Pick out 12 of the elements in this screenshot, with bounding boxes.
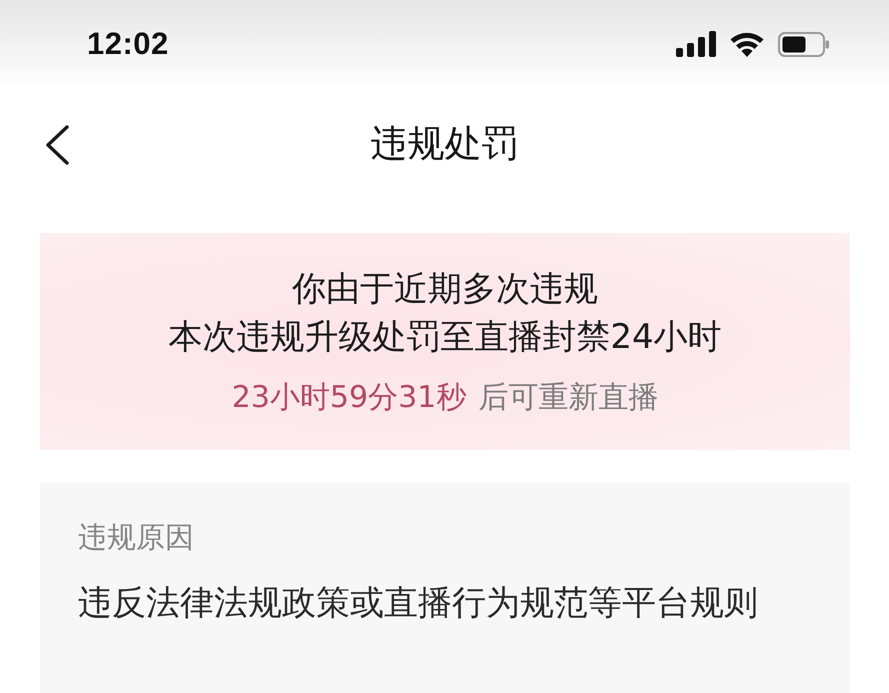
reason-text: 违反法律法规政策或直播行为规范等平台规则 — [78, 582, 759, 625]
battery-icon — [778, 32, 829, 56]
reason-label: 违规原因 — [78, 519, 195, 556]
page-title: 违规处罚 — [370, 121, 518, 167]
notice-text: 你由于近期多次违规 — [292, 268, 598, 311]
countdown-text: 23小时59分31秒 — [232, 379, 466, 417]
wifi-icon — [730, 32, 764, 56]
signal-icon — [676, 31, 716, 57]
countdown-suffix: 后可重新直播 — [478, 379, 658, 417]
notice-text: 本次违规升级处罚至直播封禁24小时 — [168, 316, 722, 359]
status-time: 12:02 — [87, 26, 169, 62]
back-icon[interactable] — [44, 125, 70, 165]
